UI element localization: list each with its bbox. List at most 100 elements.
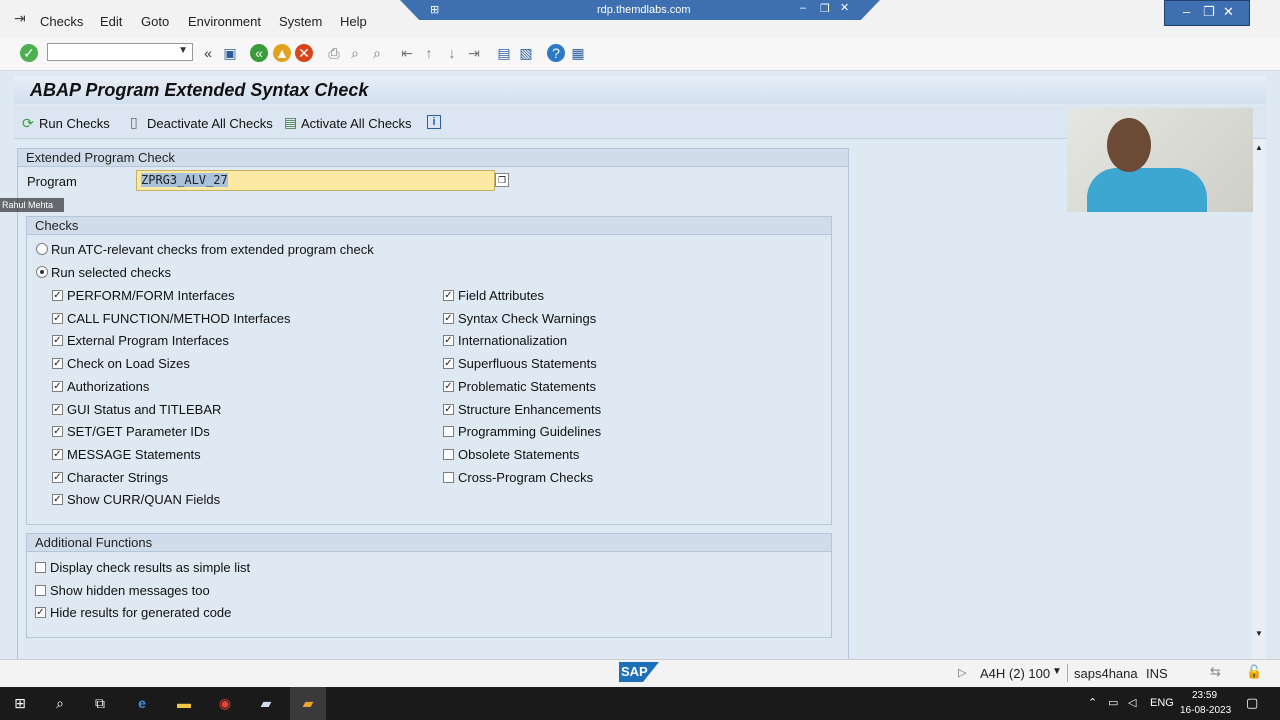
folder-icon[interactable]: ▬ xyxy=(172,691,196,715)
additional-checkbox[interactable] xyxy=(35,562,46,573)
minimize-icon[interactable]: – xyxy=(800,2,806,14)
program-input[interactable]: ZPRG3_ALV_27 xyxy=(136,170,495,191)
back-icon[interactable]: « xyxy=(250,44,268,62)
scroll-down-icon[interactable]: ▼ xyxy=(1255,629,1263,638)
presenter-name: Rahul Mehta xyxy=(0,198,64,212)
tray-chevron-icon[interactable]: ⌃ xyxy=(1088,696,1097,709)
network-icon[interactable]: ▭ xyxy=(1108,696,1118,709)
restore-icon[interactable]: ❐ xyxy=(820,2,830,15)
sap-gui-icon[interactable]: ▰ xyxy=(296,691,320,715)
radio-selected[interactable] xyxy=(36,266,48,278)
server-name: saps4hana xyxy=(1074,666,1138,681)
cancel-icon[interactable]: ✕ xyxy=(295,44,313,62)
additional-label: Hide results for generated code xyxy=(50,605,232,621)
settings-icon[interactable]: ⇆ xyxy=(1210,664,1221,680)
radio-selected-label: Run selected checks xyxy=(51,265,171,280)
remote-connection-bar: ⊞ rdp.themdlabs.com – ❐ ✕ xyxy=(400,0,880,20)
find-next-icon: ⌕ xyxy=(373,45,381,61)
system-dropdown-icon[interactable]: ▼ xyxy=(1052,666,1062,677)
check-left-checkbox[interactable]: ✓ xyxy=(52,471,63,483)
info-icon[interactable]: i xyxy=(427,115,441,129)
presenter-face xyxy=(1107,118,1151,172)
check-right-label: Superfluous Statements xyxy=(458,356,597,372)
check-right-label: Internationalization xyxy=(458,333,568,349)
window-restore-icon[interactable]: ❐ xyxy=(1203,4,1215,20)
check-left-checkbox[interactable]: ✓ xyxy=(52,380,63,392)
pin-icon[interactable]: ⊞ xyxy=(430,3,439,16)
chrome-icon[interactable]: ◉ xyxy=(213,691,237,715)
window-minimize-icon[interactable]: – xyxy=(1183,4,1190,19)
task-view-icon[interactable]: ⧉ xyxy=(88,691,112,715)
presenter-body xyxy=(1087,168,1207,212)
last-page-icon: ⇥ xyxy=(468,45,480,61)
program-label: Program xyxy=(27,174,77,189)
menu-system[interactable]: System xyxy=(279,14,322,29)
system-info[interactable]: A4H (2) 100 xyxy=(980,666,1050,681)
window-controls: – ❐ ✕ xyxy=(1164,0,1250,26)
menu-exit-icon[interactable]: ⇥ xyxy=(14,10,26,27)
first-page-icon: ⇤ xyxy=(401,45,413,61)
notes-icon[interactable]: ▰ xyxy=(254,691,278,715)
check-left-checkbox[interactable]: ✓ xyxy=(52,290,63,301)
layout-icon[interactable]: ▦ xyxy=(569,44,587,62)
value-help-icon[interactable]: ❐ xyxy=(495,173,509,187)
check-right-checkbox[interactable] xyxy=(443,448,454,460)
menu-checks[interactable]: Checks xyxy=(40,14,83,29)
check-left-checkbox[interactable]: ✓ xyxy=(52,426,63,438)
check-right-checkbox[interactable]: ✓ xyxy=(443,335,454,347)
check-right-label: Programming Guidelines xyxy=(458,424,602,440)
radio-atc[interactable] xyxy=(36,243,48,255)
deactivate-all-button[interactable]: Deactivate All Checks xyxy=(147,116,273,131)
window-close-icon[interactable]: ✕ xyxy=(1223,4,1234,20)
check-left-checkbox[interactable]: ✓ xyxy=(52,403,63,415)
menu-environment[interactable]: Environment xyxy=(188,14,261,29)
collapse-icon[interactable]: « xyxy=(199,44,217,62)
check-right-checkbox[interactable]: ✓ xyxy=(443,403,454,415)
scroll-up-icon[interactable]: ▲ xyxy=(1255,143,1263,152)
check-left-checkbox[interactable]: ✓ xyxy=(52,358,63,370)
check-right-checkbox[interactable] xyxy=(443,471,454,483)
clock-time[interactable]: 23:59 xyxy=(1192,690,1217,701)
menu-edit[interactable]: Edit xyxy=(100,14,122,29)
prev-page-icon: ↑ xyxy=(425,45,433,61)
check-right-checkbox[interactable]: ✓ xyxy=(443,312,454,324)
command-field[interactable]: ▼ xyxy=(47,43,193,61)
volume-icon[interactable]: ◁ xyxy=(1128,696,1136,709)
edge-icon[interactable]: e xyxy=(130,691,154,715)
check-left-checkbox[interactable]: ✓ xyxy=(52,335,63,347)
shortcut-icon[interactable]: ▧ xyxy=(517,44,535,62)
language-indicator[interactable]: ENG xyxy=(1150,697,1174,709)
check-left-label: GUI Status and TITLEBAR xyxy=(67,401,222,417)
check-left-checkbox[interactable]: ✓ xyxy=(52,448,63,460)
check-right-checkbox[interactable] xyxy=(443,426,454,438)
input-mode: INS xyxy=(1146,666,1168,681)
activate-all-button[interactable]: Activate All Checks xyxy=(301,116,412,131)
help-icon[interactable]: ? xyxy=(547,44,565,62)
check-left-label: Show CURR/QUAN Fields xyxy=(67,492,221,508)
notifications-icon[interactable]: ▢ xyxy=(1246,695,1258,711)
check-right-checkbox[interactable]: ✓ xyxy=(443,380,454,392)
search-icon[interactable]: ⌕ xyxy=(48,691,72,715)
check-left-label: CALL FUNCTION/METHOD Interfaces xyxy=(67,310,291,326)
check-left-checkbox[interactable]: ✓ xyxy=(52,494,63,506)
scrollbar[interactable]: ▲ ▼ xyxy=(1252,139,1266,659)
check-left-label: Character Strings xyxy=(67,469,169,485)
additional-checkbox[interactable] xyxy=(35,584,46,596)
lock-icon[interactable]: 🔓 xyxy=(1246,664,1262,680)
windows-start-icon[interactable]: ⊞ xyxy=(8,691,32,715)
run-checks-button[interactable]: Run Checks xyxy=(39,116,110,131)
new-session-icon[interactable]: ▤ xyxy=(495,44,513,62)
clock-date[interactable]: 16-08-2023 xyxy=(1180,705,1231,716)
save-icon[interactable]: ▣ xyxy=(221,44,239,62)
menu-help[interactable]: Help xyxy=(340,14,367,29)
check-right-checkbox[interactable]: ✓ xyxy=(443,290,454,301)
play-icon[interactable]: ▷ xyxy=(958,666,966,679)
chevron-down-icon[interactable]: ▼ xyxy=(178,45,188,56)
enter-icon[interactable]: ✓ xyxy=(20,44,38,62)
menu-goto[interactable]: Goto xyxy=(141,14,169,29)
exit-icon[interactable]: ▲ xyxy=(273,44,291,62)
additional-checkbox[interactable]: ✓ xyxy=(35,607,46,619)
check-right-checkbox[interactable]: ✓ xyxy=(443,358,454,370)
close-icon[interactable]: ✕ xyxy=(840,1,849,14)
check-left-checkbox[interactable]: ✓ xyxy=(52,312,63,324)
